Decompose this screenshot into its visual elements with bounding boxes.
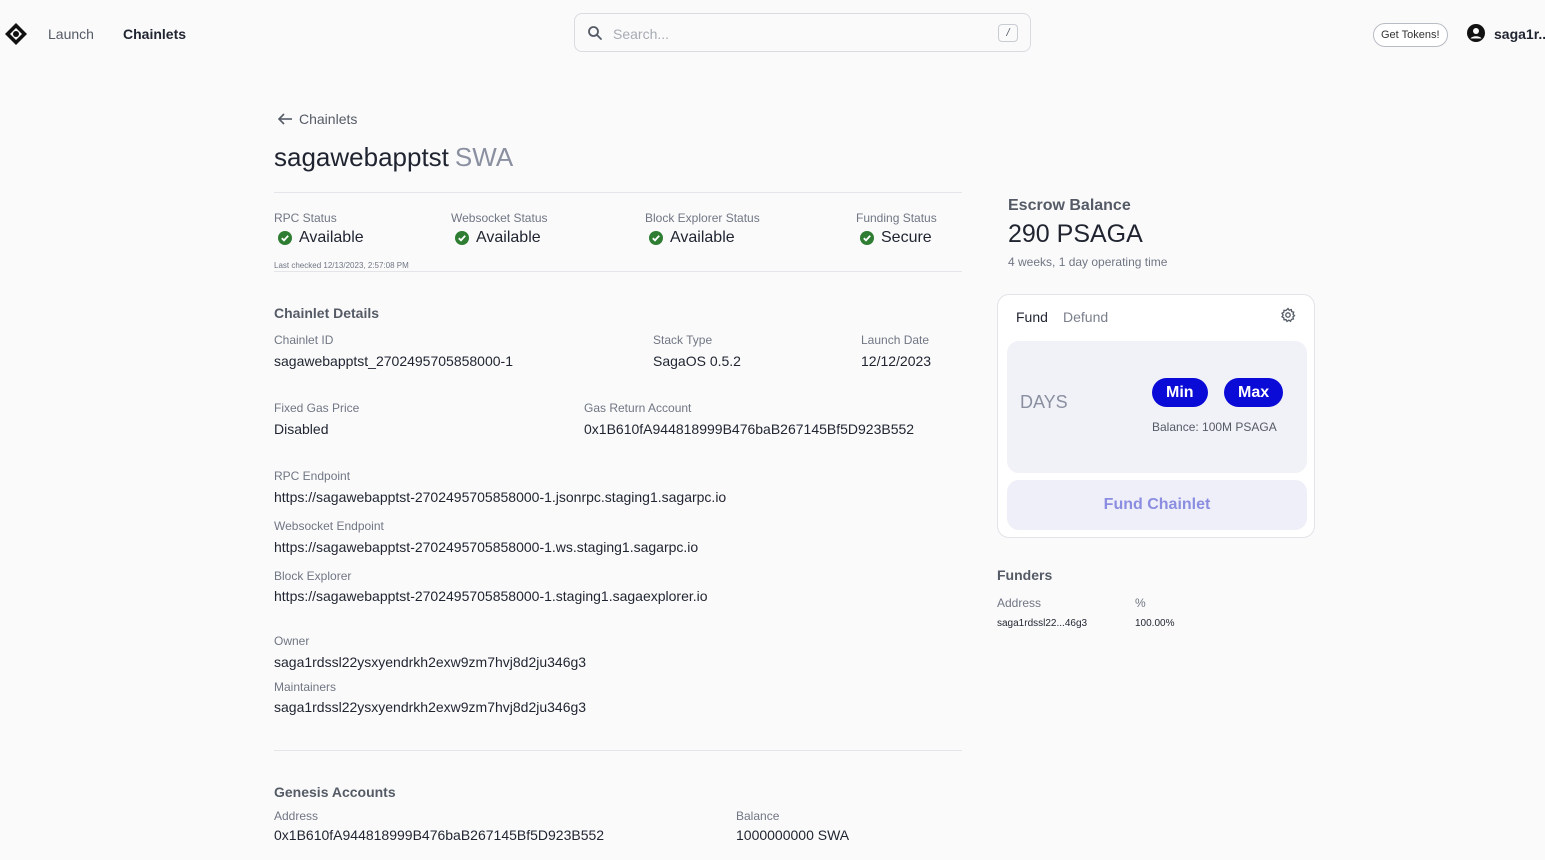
page-title: sagawebapptst SWA (274, 142, 513, 173)
user-avatar-icon[interactable] (1467, 24, 1485, 42)
divider (274, 750, 962, 751)
rpc-status: RPC Status Available (274, 211, 364, 247)
back-link[interactable]: Chainlets (277, 111, 357, 127)
max-button[interactable]: Max (1224, 378, 1284, 407)
ws-endpoint-value: https://sagawebapptst-2702495705858000-1… (274, 539, 699, 555)
status-label: Funding Status (856, 211, 937, 225)
divider (274, 271, 962, 272)
chainlet-id-value: sagawebapptst_2702495705858000-1 (274, 353, 513, 369)
status-value: Available (476, 229, 541, 246)
gas-return-value: 0x1B610fA944818999B476baB267145Bf5D923B5… (584, 421, 915, 437)
fund-card: Fund Defund DAYS Min Max Balance: 100M P… (997, 294, 1315, 538)
get-tokens-button[interactable]: Get Tokens! (1373, 23, 1448, 47)
stack-type-label: Stack Type (653, 333, 713, 347)
chainlet-ticker: SWA (454, 142, 514, 172)
balance-note: Balance: 100M PSAGA (1152, 420, 1277, 434)
check-circle-icon (278, 231, 292, 245)
funder-row-address: saga1rdssl22...46g3 (997, 618, 1088, 629)
block-explorer-label: Block Explorer (274, 569, 352, 583)
saga-logo-icon[interactable] (4, 22, 28, 46)
funder-row-percent: 100.00% (1135, 618, 1175, 629)
maintainers-value: saga1rdssl22ysxyendrkh2exw9zm7hvj8d2ju34… (274, 699, 587, 715)
escrow-balance-value: 290 PSAGA (1008, 220, 1143, 248)
chainlet-id-label: Chainlet ID (274, 333, 334, 347)
funders-title: Funders (997, 567, 1053, 583)
status-value: Available (299, 229, 364, 246)
tab-defund[interactable]: Defund (1063, 309, 1108, 325)
funders-address-header: Address (997, 596, 1042, 610)
genesis-accounts-title: Genesis Accounts (274, 784, 396, 800)
fixed-gas-label: Fixed Gas Price (274, 401, 360, 415)
genesis-row-address: 0x1B610fA944818999B476baB267145Bf5D923B5… (274, 827, 605, 843)
block-explorer-value: https://sagawebapptst-2702495705858000-1… (274, 588, 708, 604)
search-bar[interactable]: / (574, 13, 1031, 52)
check-circle-icon (860, 231, 874, 245)
launch-date-label: Launch Date (861, 333, 930, 347)
nav-launch[interactable]: Launch (48, 26, 94, 42)
user-name[interactable]: saga1r.. (1494, 26, 1545, 42)
stack-type-value: SagaOS 0.5.2 (653, 353, 741, 369)
check-circle-icon (649, 231, 663, 245)
days-input-placeholder[interactable]: DAYS (1020, 392, 1068, 413)
owner-label: Owner (274, 634, 310, 648)
launch-date-value: 12/12/2023 (861, 353, 932, 369)
rpc-endpoint-label: RPC Endpoint (274, 469, 351, 483)
search-icon (588, 26, 602, 40)
tab-fund[interactable]: Fund (1016, 309, 1048, 325)
check-circle-icon (455, 231, 469, 245)
status-label: Websocket Status (451, 211, 548, 225)
genesis-balance-header: Balance (736, 809, 780, 823)
genesis-row-balance: 1000000000 SWA (736, 827, 850, 843)
funders-percent-header: % (1135, 596, 1146, 610)
chainlet-name: sagawebapptst (274, 142, 449, 172)
chainlet-details-title: Chainlet Details (274, 305, 380, 321)
fund-chainlet-button[interactable]: Fund Chainlet (1007, 480, 1307, 530)
min-button[interactable]: Min (1152, 378, 1208, 407)
funding-status: Funding Status Secure (856, 211, 937, 247)
search-shortcut-badge: / (998, 24, 1018, 42)
block-explorer-status: Block Explorer Status Available (645, 211, 760, 247)
status-value: Secure (881, 229, 932, 246)
genesis-address-header: Address (274, 809, 319, 823)
days-input-box[interactable]: DAYS Min Max Balance: 100M PSAGA (1007, 341, 1307, 473)
status-label: Block Explorer Status (645, 211, 760, 225)
arrow-left-icon (277, 113, 292, 125)
gear-icon[interactable] (1280, 307, 1296, 323)
status-label: RPC Status (274, 211, 337, 225)
status-value: Available (670, 229, 735, 246)
fixed-gas-value: Disabled (274, 421, 329, 437)
ws-endpoint-label: Websocket Endpoint (274, 519, 384, 533)
last-checked-text: Last checked 12/13/2023, 2:57:08 PM (274, 261, 409, 270)
escrow-operating-time: 4 weeks, 1 day operating time (1008, 255, 1168, 269)
rpc-endpoint-value: https://sagawebapptst-2702495705858000-1… (274, 489, 727, 505)
back-link-label: Chainlets (299, 111, 358, 127)
websocket-status: Websocket Status Available (451, 211, 548, 247)
owner-value: saga1rdssl22ysxyendrkh2exw9zm7hvj8d2ju34… (274, 654, 587, 670)
gas-return-label: Gas Return Account (584, 401, 692, 415)
escrow-balance-title: Escrow Balance (1008, 197, 1131, 214)
search-input[interactable] (611, 22, 975, 46)
divider (274, 192, 962, 193)
nav-chainlets[interactable]: Chainlets (123, 26, 186, 42)
maintainers-label: Maintainers (274, 680, 337, 694)
